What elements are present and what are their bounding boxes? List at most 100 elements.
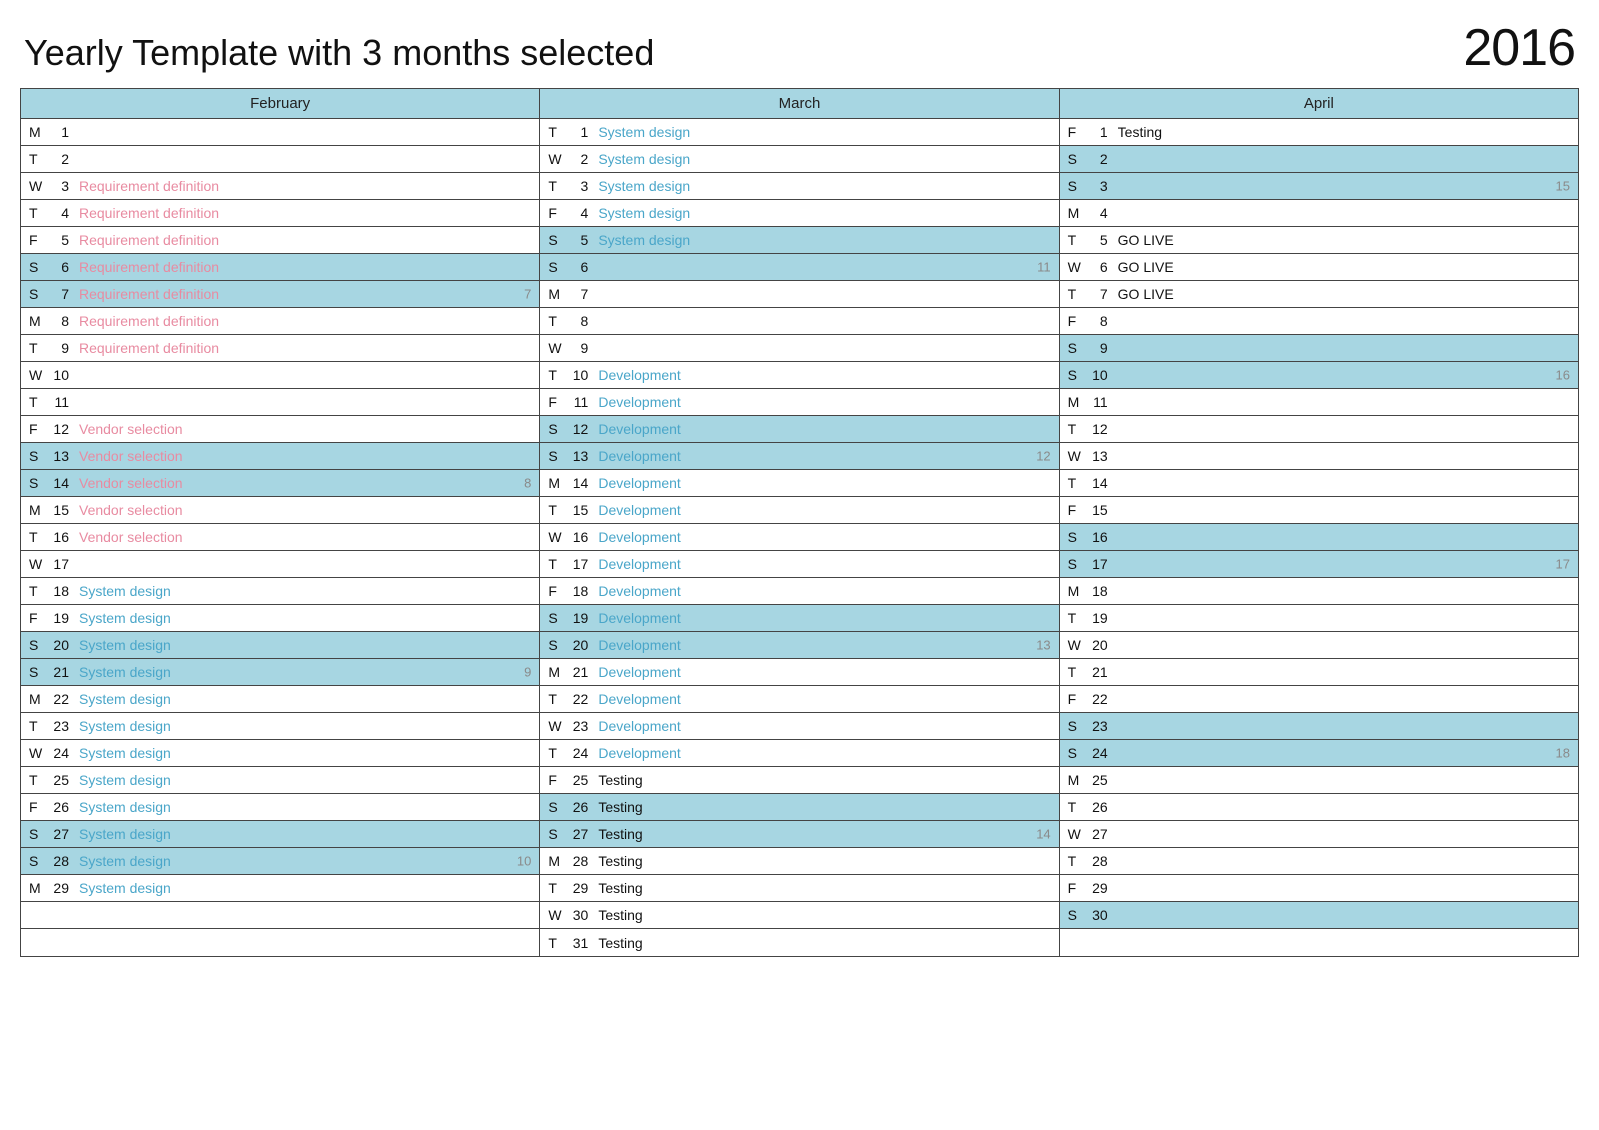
day-entry: System design <box>598 124 1050 140</box>
day-number: 10 <box>1086 367 1108 383</box>
day-row: F8 <box>1060 308 1578 335</box>
day-number: 11 <box>566 394 588 410</box>
month-header: April <box>1060 89 1578 119</box>
day-row: T12 <box>1060 416 1578 443</box>
week-number: 13 <box>1036 638 1050 653</box>
day-number: 12 <box>1086 421 1108 437</box>
month-header: February <box>21 89 539 119</box>
day-number: 8 <box>47 313 69 329</box>
day-entry: Requirement definition <box>79 178 531 194</box>
day-number: 5 <box>566 232 588 248</box>
day-entry: Development <box>598 421 1050 437</box>
day-row: S13Development12 <box>540 443 1058 470</box>
day-of-week: F <box>29 610 47 626</box>
day-row: M22System design <box>21 686 539 713</box>
day-number: 2 <box>566 151 588 167</box>
day-entry: Requirement definition <box>79 286 531 302</box>
day-number: 15 <box>1086 502 1108 518</box>
day-entry: GO LIVE <box>1118 286 1570 302</box>
day-entry: Development <box>598 529 1050 545</box>
day-row <box>21 929 539 956</box>
day-row: M25 <box>1060 767 1578 794</box>
day-row: S23 <box>1060 713 1578 740</box>
day-of-week: S <box>1068 745 1086 761</box>
day-of-week: T <box>29 205 47 221</box>
day-number: 8 <box>1086 313 1108 329</box>
day-row: S1717 <box>1060 551 1578 578</box>
day-row: S6Requirement definition <box>21 254 539 281</box>
day-of-week: W <box>548 718 566 734</box>
day-row: S9 <box>1060 335 1578 362</box>
week-number: 12 <box>1036 449 1050 464</box>
day-number: 2 <box>1086 151 1108 167</box>
day-row: M15Vendor selection <box>21 497 539 524</box>
day-entry: Testing <box>598 935 1050 951</box>
day-number: 24 <box>1086 745 1108 761</box>
day-row: W9 <box>540 335 1058 362</box>
day-row: S27System design <box>21 821 539 848</box>
day-entry: Development <box>598 610 1050 626</box>
day-entry: Development <box>598 475 1050 491</box>
day-row: S19Development <box>540 605 1058 632</box>
day-number: 8 <box>566 313 588 329</box>
day-row: F18Development <box>540 578 1058 605</box>
week-number: 10 <box>517 854 531 869</box>
day-number: 21 <box>47 664 69 680</box>
day-entry: System design <box>79 691 531 707</box>
day-number: 4 <box>566 205 588 221</box>
day-of-week: F <box>548 394 566 410</box>
day-of-week: M <box>548 286 566 302</box>
week-number: 17 <box>1556 557 1570 572</box>
day-number: 26 <box>1086 799 1108 815</box>
day-of-week: W <box>29 178 47 194</box>
day-row: W6GO LIVE <box>1060 254 1578 281</box>
day-row: S27Testing14 <box>540 821 1058 848</box>
day-of-week: M <box>548 664 566 680</box>
day-number: 3 <box>566 178 588 194</box>
day-of-week: S <box>29 475 47 491</box>
day-number: 26 <box>566 799 588 815</box>
day-row: T14 <box>1060 470 1578 497</box>
day-row: F12Vendor selection <box>21 416 539 443</box>
day-row: S20System design <box>21 632 539 659</box>
day-entry: Requirement definition <box>79 259 531 275</box>
day-number: 11 <box>1086 394 1108 410</box>
day-of-week: S <box>548 799 566 815</box>
day-row <box>21 902 539 929</box>
day-row: T7GO LIVE <box>1060 281 1578 308</box>
day-row: W2System design <box>540 146 1058 173</box>
day-number: 28 <box>566 853 588 869</box>
day-of-week: W <box>1068 259 1086 275</box>
page-title: Yearly Template with 3 months selected <box>24 32 654 74</box>
day-number: 27 <box>47 826 69 842</box>
day-number: 22 <box>566 691 588 707</box>
month-header: March <box>540 89 1058 119</box>
day-entry: Testing <box>598 907 1050 923</box>
day-row <box>1060 929 1578 956</box>
day-number: 27 <box>566 826 588 842</box>
day-row: S14Vendor selection8 <box>21 470 539 497</box>
day-of-week: W <box>1068 826 1086 842</box>
day-entry: System design <box>598 178 1050 194</box>
day-of-week: T <box>548 124 566 140</box>
day-number: 24 <box>47 745 69 761</box>
day-of-week: T <box>548 178 566 194</box>
day-row: S21System design9 <box>21 659 539 686</box>
day-of-week: S <box>1068 907 1086 923</box>
day-number: 25 <box>1086 772 1108 788</box>
day-row: T25System design <box>21 767 539 794</box>
day-of-week: T <box>548 691 566 707</box>
day-row: S20Development13 <box>540 632 1058 659</box>
day-number: 9 <box>1086 340 1108 356</box>
day-row: W3Requirement definition <box>21 173 539 200</box>
day-entry: Development <box>598 556 1050 572</box>
day-of-week: T <box>1068 232 1086 248</box>
day-number: 5 <box>47 232 69 248</box>
day-of-week: S <box>548 448 566 464</box>
month-column: AprilF1TestingS2S315M4T5GO LIVEW6GO LIVE… <box>1060 89 1578 956</box>
day-row: F25Testing <box>540 767 1058 794</box>
day-of-week: S <box>29 286 47 302</box>
day-row: T29Testing <box>540 875 1058 902</box>
day-row: W20 <box>1060 632 1578 659</box>
day-entry: Development <box>598 394 1050 410</box>
